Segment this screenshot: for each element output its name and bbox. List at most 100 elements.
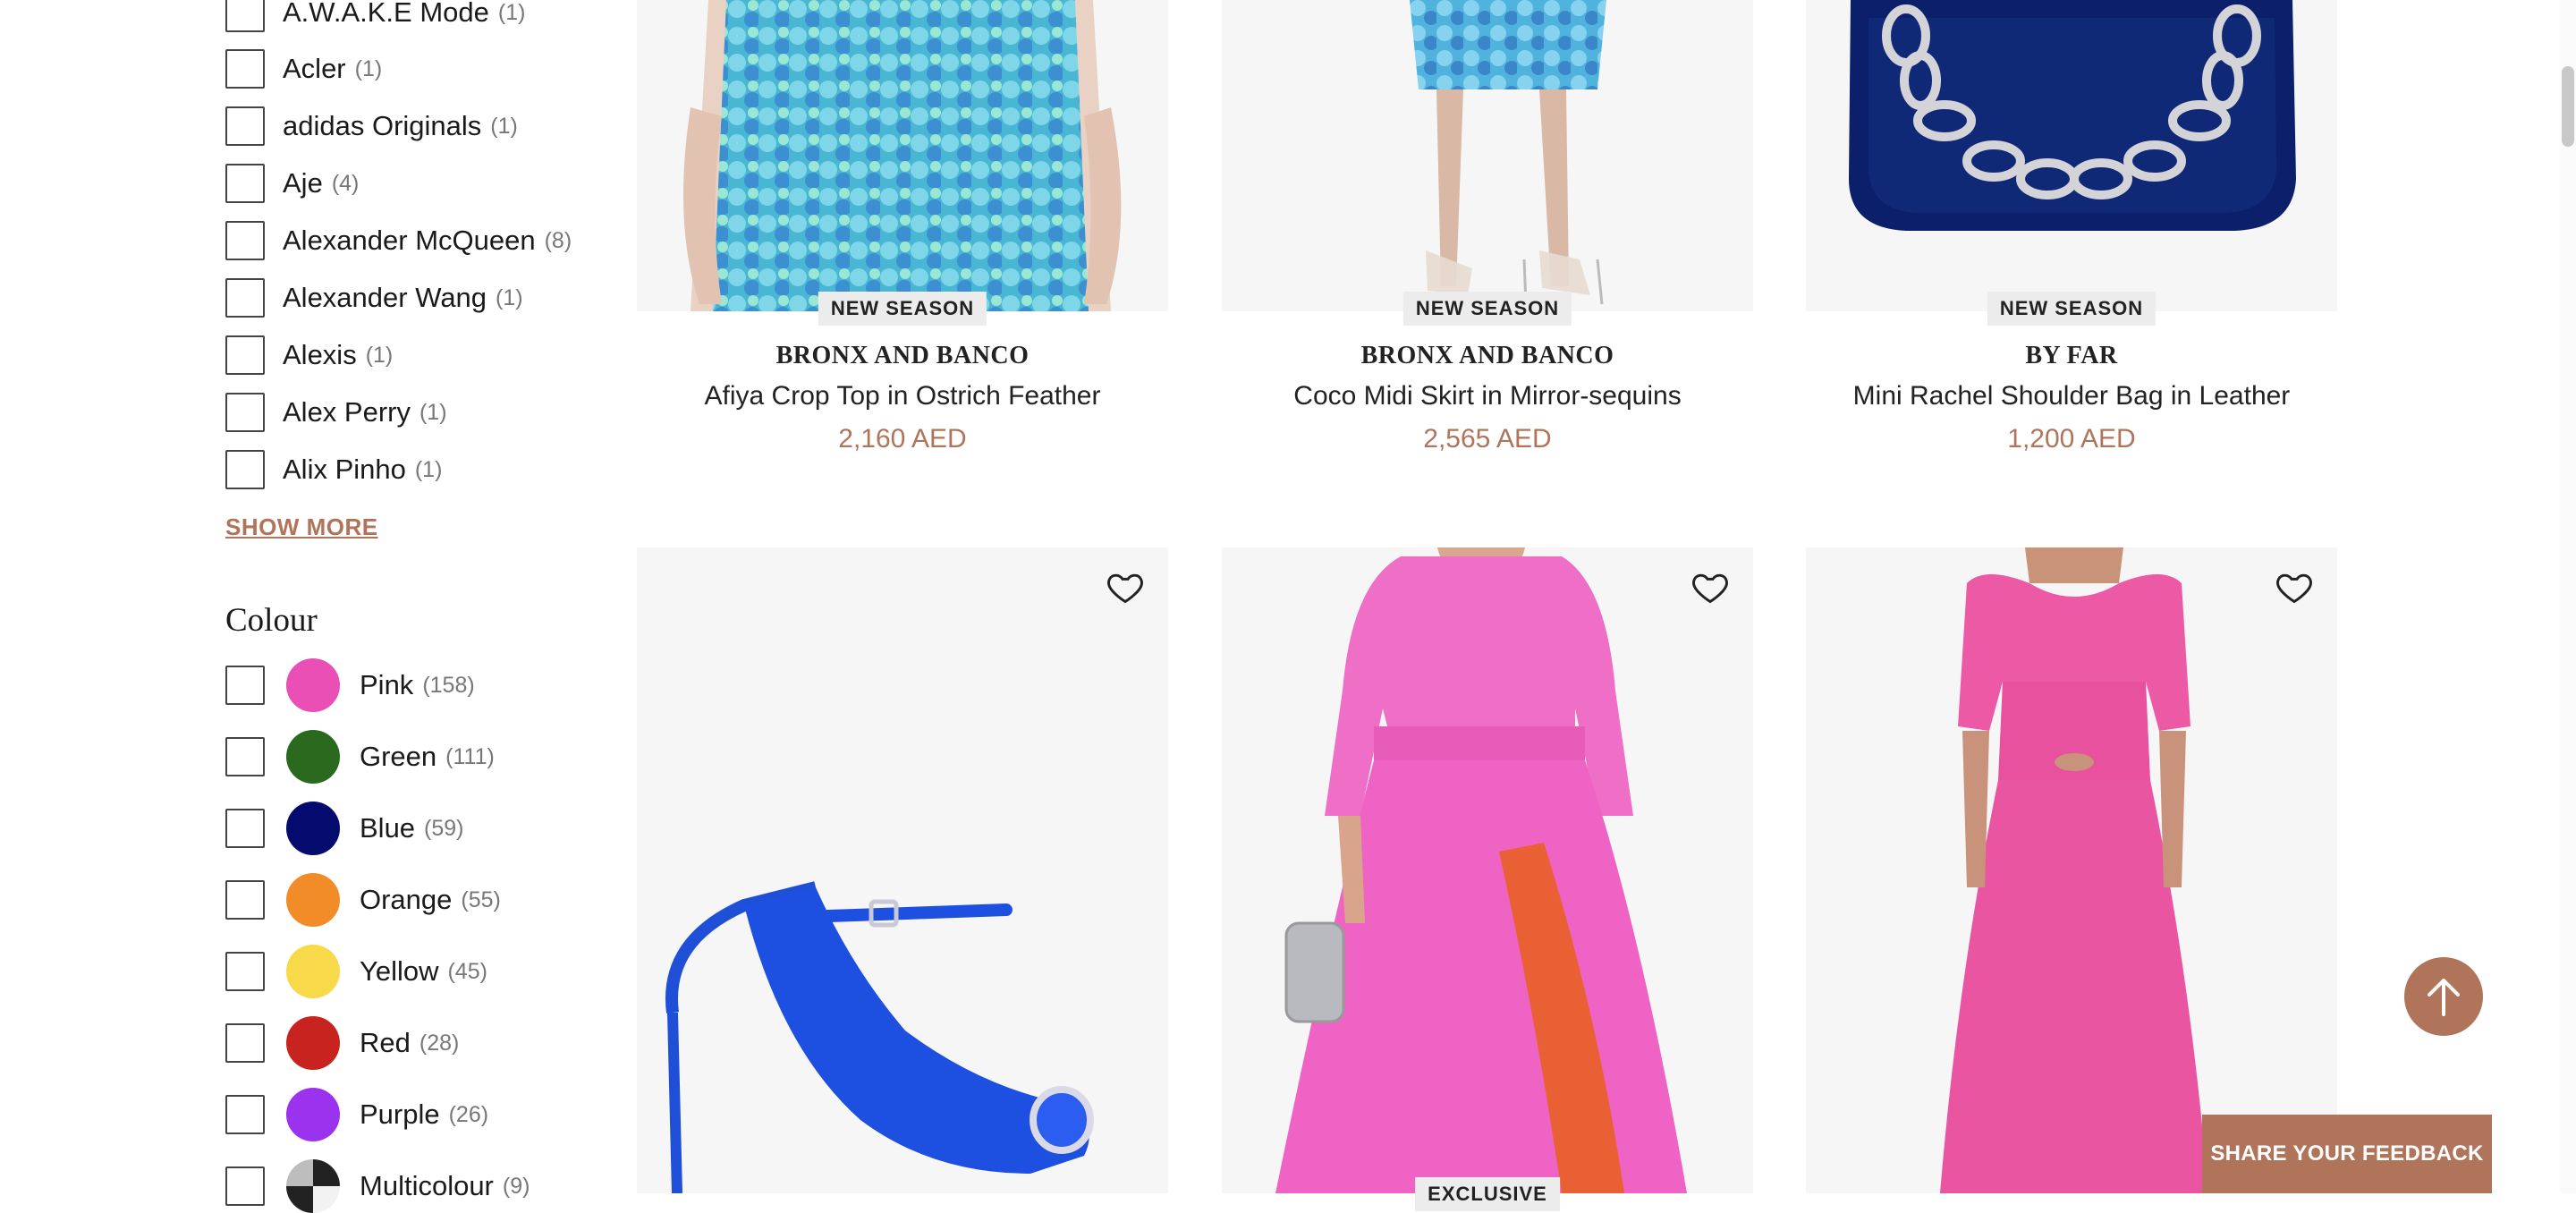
brand-label: Alexis [283, 339, 357, 370]
brand-filter-option[interactable]: Alex Perry (1) [225, 393, 447, 432]
colour-filter-option[interactable]: Green (111) [225, 730, 495, 784]
show-more-link[interactable]: SHOW MORE [225, 513, 378, 541]
checkbox[interactable] [225, 809, 265, 848]
scrollbar-thumb[interactable] [2562, 66, 2574, 147]
checkbox[interactable] [225, 666, 265, 705]
product-brand[interactable]: BY FAR [1806, 342, 2337, 370]
colour-label: Green [360, 741, 437, 772]
checkbox[interactable] [225, 1166, 265, 1206]
brand-label: A.W.A.K.E Mode [283, 0, 489, 28]
checkbox[interactable] [225, 335, 265, 375]
colour-filter-option[interactable]: Red (28) [225, 1016, 459, 1070]
product-card[interactable]: NEW SEASON BRONX AND BANCO Afiya Crop To… [637, 0, 1168, 465]
blue-shoulder-bag-illustration [1849, 0, 2296, 231]
checkbox[interactable] [225, 450, 265, 489]
colour-filter-option[interactable]: Blue (59) [225, 802, 464, 855]
colour-count: (59) [424, 815, 464, 841]
wishlist-heart-icon[interactable] [1106, 567, 1145, 606]
scrollbar-track[interactable] [2560, 0, 2576, 1193]
product-card[interactable]: EXCLUSIVE [1222, 547, 1753, 1211]
product-price: 2,565 AED [1423, 424, 1552, 454]
colour-label: Yellow [360, 955, 439, 987]
product-card[interactable]: NEW SEASON BRONX AND BANCO Coco Midi Ski… [1222, 0, 1753, 465]
product-card[interactable] [1806, 547, 2337, 1193]
brand-filter-option[interactable]: Acler (1) [225, 49, 382, 89]
checkbox[interactable] [225, 106, 265, 146]
share-feedback-button[interactable]: SHARE YOUR FEEDBACK [2202, 1115, 2492, 1193]
colour-count: (158) [422, 672, 475, 698]
brand-filter-option[interactable]: A.W.A.K.E Mode (1) [225, 0, 525, 32]
colour-label: Red [360, 1027, 411, 1058]
wishlist-heart-icon[interactable] [2275, 567, 2314, 606]
brand-filter-option[interactable]: Alix Pinho (1) [225, 450, 442, 489]
brand-label: Alexander McQueen [283, 225, 536, 256]
product-name[interactable]: Mini Rachel Shoulder Bag in Leather [1806, 381, 2337, 411]
colour-swatch [286, 730, 340, 784]
brand-count: (1) [490, 113, 518, 139]
colour-count: (28) [419, 1030, 460, 1056]
colour-swatch-multi [286, 1159, 340, 1213]
colour-label: Pink [360, 669, 414, 700]
product-brand[interactable]: BRONX AND BANCO [637, 342, 1168, 370]
colour-label: Blue [360, 812, 416, 844]
checkbox[interactable] [225, 0, 265, 32]
product-image[interactable] [1806, 0, 2337, 311]
brand-filter-option[interactable]: Alexander McQueen (8) [225, 221, 572, 260]
pink-dress-illustration [1275, 547, 1687, 1193]
product-card[interactable] [637, 547, 1168, 1193]
product-price: 1,200 AED [2007, 424, 2136, 454]
colour-filter-option[interactable]: Yellow (45) [225, 945, 487, 998]
checkbox[interactable] [225, 1023, 265, 1063]
checkbox[interactable] [225, 221, 265, 260]
product-image[interactable] [637, 0, 1168, 311]
product-brand[interactable]: BRONX AND BANCO [1222, 342, 1753, 370]
blue-heel-illustration [665, 881, 1094, 1193]
product-image[interactable] [1222, 0, 1753, 311]
checkbox[interactable] [225, 952, 265, 991]
checkbox[interactable] [225, 393, 265, 432]
checkbox[interactable] [225, 164, 265, 203]
colour-swatch [286, 873, 340, 927]
wishlist-heart-icon[interactable] [1690, 567, 1730, 606]
brand-count: (1) [497, 0, 526, 25]
colour-filter-option[interactable]: Multicolour (9) [225, 1159, 530, 1213]
brand-label: Alex Perry [283, 396, 411, 428]
colour-filter-option[interactable]: Purple (26) [225, 1088, 488, 1141]
colour-swatch [286, 1016, 340, 1070]
checkbox[interactable] [225, 49, 265, 89]
sequin-top-illustration [683, 0, 1122, 311]
filter-sidebar: A.W.A.K.E Mode (1) Acler (1) adidas Orig… [0, 0, 608, 1213]
product-image[interactable] [1806, 547, 2337, 1193]
brand-count: (1) [365, 342, 394, 368]
colour-swatch [286, 1088, 340, 1141]
colour-label: Orange [360, 884, 453, 915]
product-card[interactable]: NEW SEASON BY FAR Mini Rachel Shoulder B… [1806, 0, 2337, 465]
checkbox[interactable] [225, 278, 265, 318]
back-to-top-button[interactable] [2404, 957, 2483, 1036]
brand-label: Alexander Wang [283, 282, 487, 313]
new-season-badge: NEW SEASON [1402, 292, 1572, 326]
brand-count: (1) [496, 284, 523, 310]
checkbox[interactable] [225, 737, 265, 776]
brand-count: (1) [354, 55, 383, 81]
new-season-badge: NEW SEASON [1987, 292, 2157, 326]
colour-filter-heading: Colour [225, 602, 318, 639]
product-name[interactable]: Afiya Crop Top in Ostrich Feather [637, 381, 1168, 411]
colour-filter-option[interactable]: Orange (55) [225, 873, 501, 927]
colour-swatch [286, 802, 340, 855]
colour-count: (45) [447, 958, 487, 984]
brand-filter-option[interactable]: Alexander Wang (1) [225, 278, 523, 318]
product-image[interactable] [637, 547, 1168, 1193]
product-name[interactable]: Coco Midi Skirt in Mirror-sequins [1222, 381, 1753, 411]
product-image[interactable] [1222, 547, 1753, 1193]
brand-filter-option[interactable]: adidas Originals (1) [225, 106, 518, 146]
colour-swatch [286, 658, 340, 712]
brand-filter-option[interactable]: Alexis (1) [225, 335, 393, 375]
new-season-badge: NEW SEASON [818, 292, 987, 326]
brand-label: Acler [283, 53, 346, 84]
product-price: 2,160 AED [838, 424, 967, 454]
colour-filter-option[interactable]: Pink (158) [225, 658, 475, 712]
checkbox[interactable] [225, 1095, 265, 1134]
brand-filter-option[interactable]: Aje (4) [225, 164, 359, 203]
checkbox[interactable] [225, 880, 265, 920]
